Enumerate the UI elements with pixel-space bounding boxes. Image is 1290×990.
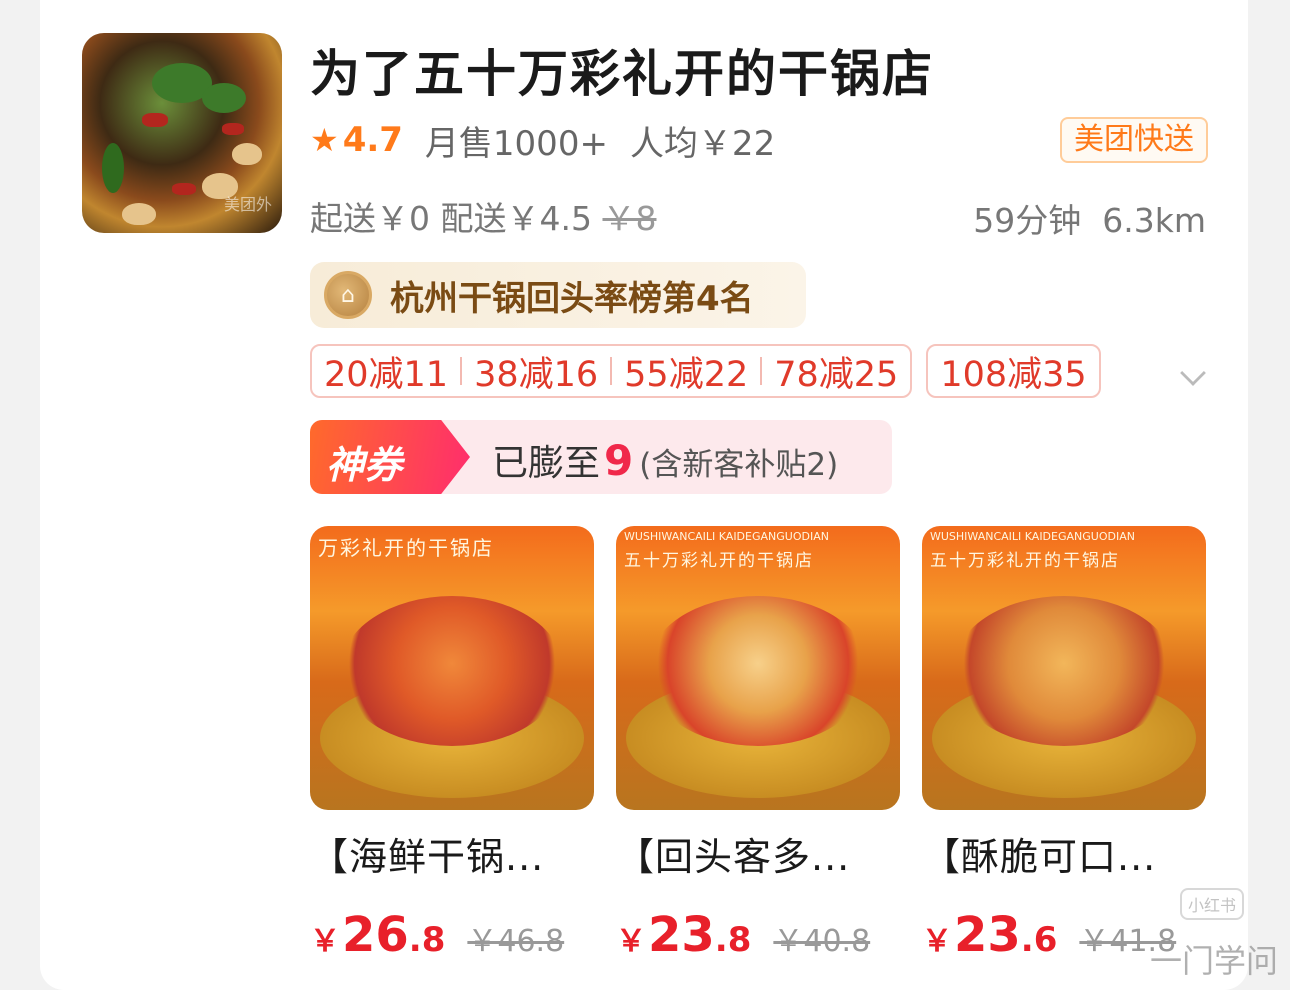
star-icon: ★	[310, 121, 339, 159]
discount-divider	[760, 357, 763, 385]
monthly-sales: 月售1000+	[424, 123, 608, 164]
distance: 6.3km	[1102, 201, 1206, 240]
price-symbol: ￥	[616, 924, 646, 959]
coupon-amount: 9	[604, 436, 634, 485]
dish-name: 【海鲜干锅...	[310, 835, 545, 879]
coupon-banner[interactable]: 神券 已膨至 9 (含新客补贴2)	[310, 420, 892, 494]
dish-image-brand: 五十万彩礼开的干锅店	[624, 551, 814, 571]
price-decimal: .8	[408, 920, 446, 960]
coupon-prefix: 已膨至	[492, 443, 601, 484]
discount-item: 78减25	[774, 354, 899, 395]
price-original: ￥46.8	[467, 924, 565, 959]
coupon-label: 神券	[326, 443, 403, 487]
price-integer: 23	[954, 907, 1021, 963]
rank-text: 杭州干锅回头率榜第4名	[390, 278, 754, 319]
rank-badge[interactable]: ⌂ 杭州干锅回头率榜第4名	[310, 262, 806, 328]
dish-image[interactable]: WUSHIWANCAILI KAIDEGANGUODIAN 五十万彩礼开的干锅店	[922, 526, 1206, 810]
dish-image[interactable]: WUSHIWANCAILI KAIDEGANGUODIAN 五十万彩礼开的干锅店	[616, 526, 900, 810]
dish-price: ￥ 26 .8 ￥46.8	[310, 907, 594, 963]
dish-image[interactable]: 万彩礼开的干锅店	[310, 526, 594, 810]
discount-divider	[460, 357, 463, 385]
price-symbol: ￥	[310, 924, 340, 959]
shop-rating: 4.7	[342, 120, 403, 160]
discount-item: 55减22	[624, 354, 749, 395]
dish-name: 【回头客多...	[616, 835, 851, 879]
fee-row: 起送￥0 配送￥4.5 ￥8	[310, 192, 656, 240]
shop-title[interactable]: 为了五十万彩礼开的干锅店	[310, 34, 934, 106]
price-decimal: .8	[714, 920, 752, 960]
watermark-logo: 小红书	[1179, 888, 1244, 920]
dish-image-brand: 万彩礼开的干锅店	[318, 536, 494, 560]
time-distance: 59分钟 6.3km	[973, 194, 1206, 242]
discount-group[interactable]: 20减11 38减16 55减22 78减25	[310, 344, 913, 398]
discount-item: 108减35	[940, 354, 1087, 395]
discount-divider	[610, 357, 613, 385]
dish-image-brand-en: WUSHIWANCAILI KAIDEGANGUODIAN	[624, 530, 829, 543]
price-symbol: ￥	[922, 924, 952, 959]
discount-row[interactable]: 20减11 38减16 55减22 78减25 108减35	[310, 344, 1101, 398]
discount-item: 20减11	[324, 354, 449, 395]
dish-image-brand: 五十万彩礼开的干锅店	[930, 551, 1120, 571]
discount-item: 38减16	[474, 354, 599, 395]
coupon-text: 已膨至 9 (含新客补贴2)	[492, 434, 838, 486]
coupon-note: (含新客补贴2)	[639, 447, 839, 483]
dish-image-brand-en: WUSHIWANCAILI KAIDEGANGUODIAN	[930, 530, 1135, 543]
delivery-tag: 美团快送	[1060, 117, 1208, 163]
dish-card[interactable]: WUSHIWANCAILI KAIDEGANGUODIAN 五十万彩礼开的干锅店…	[922, 526, 1206, 963]
delivery-fee: 配送￥4.5	[440, 199, 592, 238]
price-decimal: .6	[1020, 920, 1058, 960]
watermark-text: 一门学问	[1149, 942, 1278, 980]
delivery-time: 59分钟	[973, 201, 1082, 240]
discount-extra[interactable]: 108减35	[926, 344, 1101, 398]
dish-price: ￥ 23 .8 ￥40.8	[616, 907, 900, 963]
price-integer: 26	[342, 907, 409, 963]
delivery-fee-original: ￥8	[602, 199, 657, 238]
dish-card[interactable]: 万彩礼开的干锅店 【海鲜干锅... ￥ 26 .8 ￥46.8	[310, 526, 594, 963]
avatar-watermark: 美团外	[223, 195, 272, 214]
min-order: 起送￥0	[310, 199, 430, 238]
dish-name: 【酥脆可口...	[922, 835, 1157, 879]
price-original: ￥40.8	[773, 924, 871, 959]
per-capita-price: 人均￥22	[629, 123, 776, 164]
shop-avatar[interactable]: 美团外	[82, 33, 282, 233]
dish-card[interactable]: WUSHIWANCAILI KAIDEGANGUODIAN 五十万彩礼开的干锅店…	[616, 526, 900, 963]
price-integer: 23	[648, 907, 715, 963]
shop-meta-row: ★ 4.7 月售1000+ 人均￥22	[310, 118, 776, 164]
medal-icon: ⌂	[324, 271, 372, 319]
